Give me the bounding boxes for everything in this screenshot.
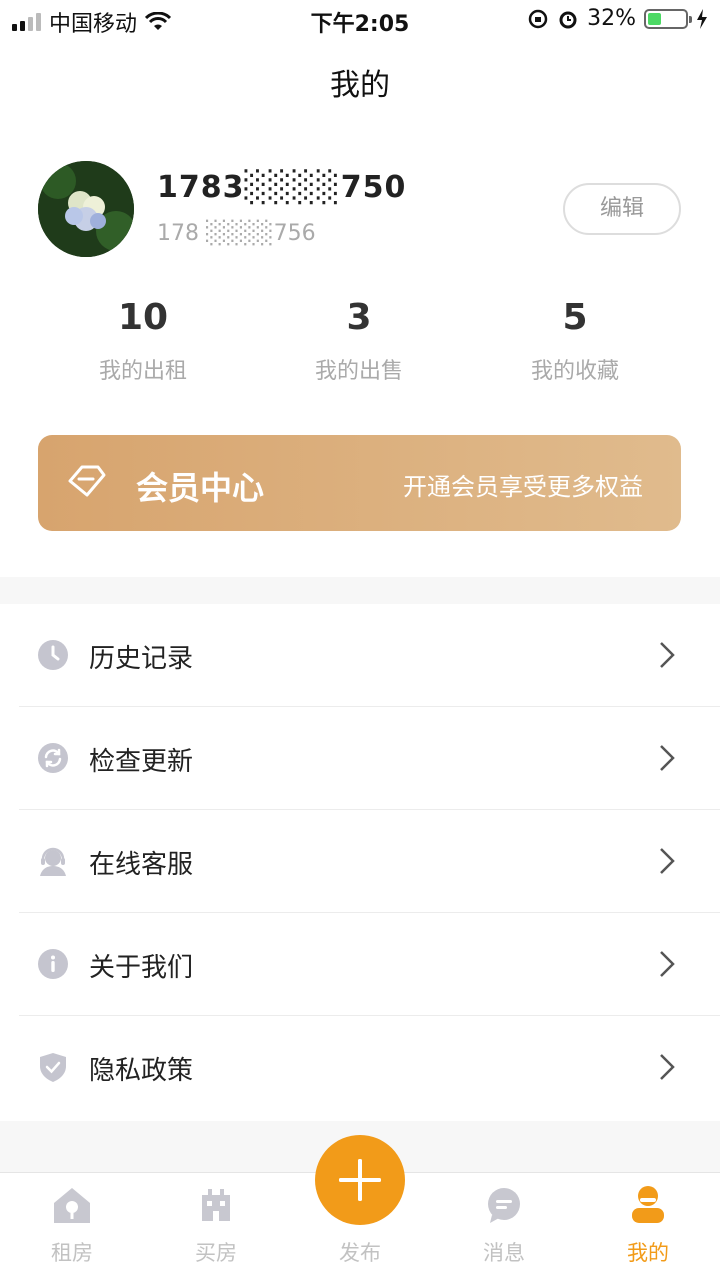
rotation-lock-icon: [528, 9, 548, 28]
clock-icon: [38, 640, 68, 670]
settings-menu: 历史记录 检查更新 在线客服 关于我们 隐私政策: [0, 604, 720, 1121]
chevron-right-icon: [660, 848, 675, 874]
menu-item-about-us[interactable]: 关于我们: [0, 913, 720, 1016]
status-right: 32%: [527, 6, 708, 31]
stat-rent[interactable]: 10 我的出租: [43, 295, 243, 385]
stats-row: 10 我的出租 3 我的出售 5 我的收藏: [0, 295, 720, 385]
edit-profile-button[interactable]: 编辑: [563, 183, 681, 235]
chevron-right-icon: [660, 745, 675, 771]
publish-button[interactable]: [315, 1135, 405, 1225]
menu-item-label: 隐私政策: [89, 1056, 194, 1086]
user-phone: 178 ░░░░756: [157, 221, 316, 246]
alarm-icon: [559, 11, 577, 28]
user-name: 1783░░░░750: [157, 170, 407, 205]
refresh-icon: [38, 743, 68, 773]
building-icon: [202, 1189, 230, 1221]
menu-item-check-update[interactable]: 检查更新: [0, 707, 720, 810]
chevron-right-icon: [660, 1054, 675, 1080]
menu-item-label: 关于我们: [89, 953, 194, 983]
tab-label: 我的: [627, 1241, 669, 1265]
stat-label: 我的出租: [98, 359, 187, 384]
stat-sale[interactable]: 3 我的出售: [259, 295, 459, 385]
chevron-right-icon: [660, 951, 675, 977]
profile-section: 我的 1783░░░░750 178 ░░░░756 编辑 10 我的出租 3 …: [0, 40, 720, 577]
diamond-icon: [68, 465, 106, 497]
menu-item-customer-service[interactable]: 在线客服: [0, 810, 720, 913]
stat-favorites[interactable]: 5 我的收藏: [475, 295, 675, 385]
tab-rent[interactable]: 租房: [12, 1183, 132, 1267]
stat-label: 我的出售: [314, 359, 403, 384]
tab-mine[interactable]: 我的: [588, 1183, 708, 1267]
vip-subtitle: 开通会员享受更多权益: [403, 473, 643, 501]
menu-item-label: 在线客服: [89, 850, 194, 880]
avatar[interactable]: [38, 161, 134, 257]
user-icon: [632, 1186, 664, 1223]
stat-value: 3: [346, 297, 372, 338]
avatar-image: [38, 161, 134, 257]
battery-percent: 32%: [587, 6, 636, 31]
status-bar: 中国移动 下午2:05 32%: [0, 0, 720, 40]
shield-icon: [40, 1053, 66, 1082]
page-title: 我的: [330, 68, 390, 103]
vip-title: 会员中心: [136, 469, 265, 507]
info-icon: [38, 949, 68, 979]
chevron-right-icon: [660, 642, 675, 668]
stat-label: 我的收藏: [530, 359, 619, 384]
tab-label: 买房: [195, 1241, 237, 1265]
menu-item-history[interactable]: 历史记录: [0, 604, 720, 707]
plus-icon: [339, 1159, 381, 1201]
battery-icon: [644, 8, 692, 29]
headset-icon: [40, 847, 66, 876]
tab-label: 租房: [51, 1241, 93, 1265]
stat-value: 5: [562, 297, 588, 338]
menu-item-label: 历史记录: [89, 644, 194, 674]
menu-item-label: 检查更新: [89, 747, 194, 777]
stat-value: 10: [117, 297, 169, 338]
tab-messages[interactable]: 消息: [444, 1183, 564, 1267]
vip-center-banner[interactable]: 会员中心 开通会员享受更多权益: [38, 435, 681, 531]
tab-label: 发布: [339, 1241, 381, 1265]
message-icon: [488, 1188, 520, 1223]
house-icon: [54, 1188, 90, 1223]
tab-buy[interactable]: 买房: [156, 1183, 276, 1267]
tab-label: 消息: [483, 1241, 525, 1265]
charging-icon: [697, 8, 707, 29]
menu-item-privacy-policy[interactable]: 隐私政策: [0, 1016, 720, 1119]
